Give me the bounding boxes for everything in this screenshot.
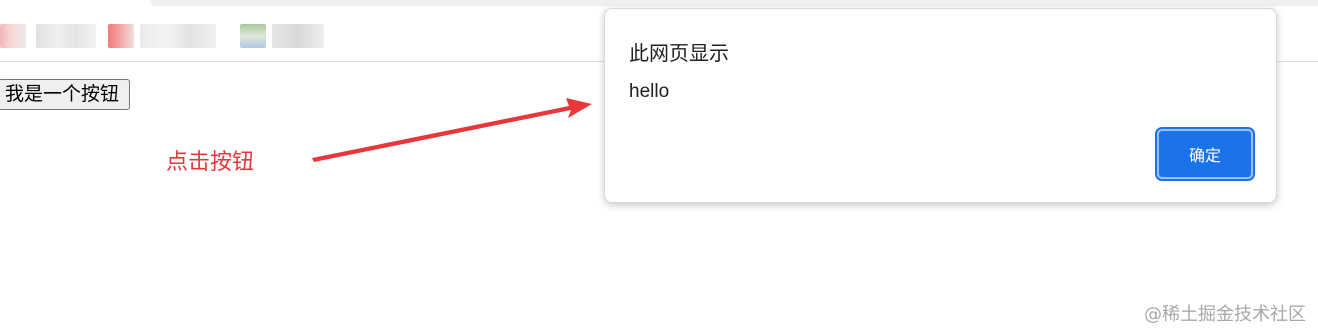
ok-button[interactable]: 确定 xyxy=(1155,127,1255,181)
dialog-title: 此网页显示 xyxy=(629,41,729,65)
page-button[interactable]: 我是一个按钮 xyxy=(0,79,131,110)
bookmark-item-1-label xyxy=(36,24,96,48)
annotation-label: 点击按钮 xyxy=(166,150,255,175)
bookmark-item-2[interactable] xyxy=(108,24,134,48)
bookmark-item-2-label xyxy=(140,24,216,48)
alert-dialog: 此网页显示 hello 确定 xyxy=(604,8,1277,203)
bookmark-item-1[interactable] xyxy=(0,24,26,48)
watermark: @稀土掘金技术社区 xyxy=(1144,304,1306,325)
bookmark-item-3-label xyxy=(272,24,324,48)
dialog-message: hello xyxy=(629,81,670,102)
bookmark-item-3[interactable] xyxy=(240,24,266,48)
